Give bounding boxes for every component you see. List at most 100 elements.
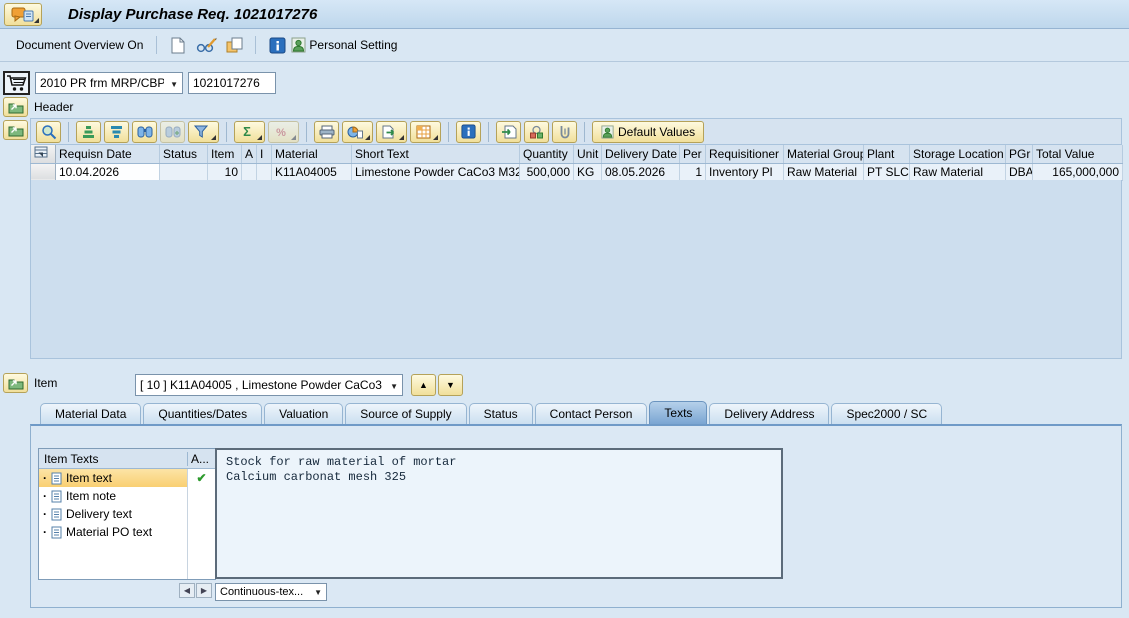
grid-cell-delivery-date[interactable]: 08.05.2026 xyxy=(601,163,680,181)
print-button[interactable] xyxy=(314,120,339,143)
grid-info-button[interactable] xyxy=(456,120,481,143)
grid-cell-i[interactable] xyxy=(256,163,272,181)
services-menu-button[interactable] xyxy=(4,2,42,26)
display-change-button[interactable] xyxy=(194,34,218,56)
next-item-button[interactable] xyxy=(438,374,463,396)
item-texts-body: Item text ✔ Item note xyxy=(39,469,215,579)
grid-column-header[interactable]: Plant xyxy=(863,145,910,164)
item-select-dropdown[interactable]: [ 10 ] K11A04005 , Limestone Powder CaCo… xyxy=(135,374,403,396)
copy-document-button[interactable] xyxy=(222,34,246,56)
tab-spec2000-sc[interactable]: Spec2000 / SC xyxy=(831,403,943,424)
item-texts-list: Item Texts A... Item text ✔ xyxy=(38,448,216,580)
hold-button[interactable] xyxy=(552,120,577,143)
document-type-dropdown[interactable]: 2010 PR frm MRP/CBP xyxy=(35,72,183,94)
sort-ascending-button[interactable] xyxy=(76,120,101,143)
list-item-material-po-text[interactable]: Material PO text xyxy=(39,523,215,541)
speech-bubbles-icon xyxy=(11,7,34,22)
grid-header-row: Requisn Date Status Item A I Material Sh… xyxy=(30,145,1123,164)
grid-column-header[interactable]: Short Text xyxy=(351,145,520,164)
list-item-item-note[interactable]: Item note xyxy=(39,487,215,505)
find-button[interactable] xyxy=(132,120,157,143)
grid-cell-per[interactable]: 1 xyxy=(679,163,706,181)
grid-column-header[interactable]: Unit xyxy=(573,145,602,164)
scroll-left-button[interactable] xyxy=(179,583,195,598)
check-button[interactable] xyxy=(524,120,549,143)
select-all-button[interactable] xyxy=(30,145,56,164)
document-number-field[interactable]: 1021017276 xyxy=(188,72,276,94)
tab-valuation[interactable]: Valuation xyxy=(264,403,344,424)
grid-column-header[interactable]: Status xyxy=(159,145,208,164)
grid-column-header[interactable]: A xyxy=(241,145,257,164)
information-button[interactable] xyxy=(265,34,289,56)
grid-cell-material-group[interactable]: Raw Material xyxy=(783,163,864,181)
views-button[interactable] xyxy=(342,120,373,143)
views-icon xyxy=(347,125,363,138)
tab-material-data[interactable]: Material Data xyxy=(40,403,142,424)
grid-column-header[interactable]: I xyxy=(256,145,272,164)
filter-icon xyxy=(194,125,208,138)
grid-column-header[interactable]: PGr xyxy=(1005,145,1033,164)
grid-cell-material[interactable]: K11A04005 xyxy=(271,163,352,181)
item-collapse-button[interactable] xyxy=(3,373,28,393)
grid-cell-unit[interactable]: KG xyxy=(573,163,602,181)
item-tabstrip: Material Data Quantities/Dates Valuation… xyxy=(30,401,1122,424)
total-button[interactable] xyxy=(234,120,265,143)
export-button[interactable] xyxy=(376,120,407,143)
item-texts-list-header: Item Texts A... xyxy=(39,449,215,469)
document-overview-button[interactable]: Document Overview On xyxy=(10,35,149,55)
previous-item-button[interactable] xyxy=(411,374,436,396)
grid-cell-pgr[interactable]: DBA xyxy=(1005,163,1033,181)
grid-column-header[interactable]: Delivery Date xyxy=(601,145,680,164)
sort-descending-button[interactable] xyxy=(104,120,129,143)
personal-setting-button[interactable]: Personal Setting xyxy=(291,37,397,53)
create-document-button[interactable] xyxy=(166,34,190,56)
a-column-divider xyxy=(187,469,188,579)
grid-cell-storage-location[interactable]: Raw Material xyxy=(909,163,1006,181)
find-next-button[interactable] xyxy=(160,120,185,143)
grid-column-header[interactable]: Requisitioner xyxy=(705,145,784,164)
list-item-item-text[interactable]: Item text ✔ xyxy=(39,469,215,487)
grid-column-header[interactable]: Total Value xyxy=(1032,145,1123,164)
tab-delivery-address[interactable]: Delivery Address xyxy=(709,403,830,424)
text-format-dropdown[interactable]: Continuous-tex... xyxy=(215,583,327,601)
tab-quantities-dates[interactable]: Quantities/Dates xyxy=(143,403,263,424)
purchase-req-button[interactable] xyxy=(3,71,30,95)
grid-cell-a[interactable] xyxy=(241,163,257,181)
grid-cell-short-text[interactable]: Limestone Powder CaCo3 M325 xyxy=(351,163,520,181)
texts-tab-panel: Item Texts A... Item text ✔ xyxy=(30,424,1122,608)
tab-status[interactable]: Status xyxy=(468,403,533,424)
set-filter-button[interactable] xyxy=(188,120,219,143)
new-page-icon xyxy=(171,37,185,53)
grid-column-header[interactable]: Storage Location xyxy=(909,145,1006,164)
grid-cell-item[interactable]: 10 xyxy=(207,163,242,181)
grid-collapse-button[interactable] xyxy=(3,120,28,140)
grid-cell-requisitioner[interactable]: Inventory Pl xyxy=(705,163,784,181)
row-select-button[interactable] xyxy=(30,163,56,181)
grid-column-header[interactable]: Item xyxy=(207,145,242,164)
scroll-right-button[interactable] xyxy=(196,583,212,598)
grid-column-header[interactable]: Material Group xyxy=(783,145,864,164)
text-document-icon xyxy=(51,472,62,484)
toolbar-separator xyxy=(68,121,69,142)
grid-column-header[interactable]: Per xyxy=(679,145,706,164)
tab-contact-person[interactable]: Contact Person xyxy=(534,403,648,424)
grid-cell-requisn-date[interactable]: 10.04.2026 xyxy=(55,163,160,181)
default-values-button[interactable]: Default Values xyxy=(592,120,705,143)
subtotal-button[interactable] xyxy=(268,120,299,143)
header-collapse-button[interactable] xyxy=(3,97,28,117)
tab-source-of-supply[interactable]: Source of Supply xyxy=(345,403,467,424)
grid-cell-status[interactable] xyxy=(159,163,208,181)
list-item-delivery-text[interactable]: Delivery text xyxy=(39,505,215,523)
grid-column-header[interactable]: Quantity xyxy=(519,145,574,164)
toolbar-separator xyxy=(488,121,489,142)
grid-cell-plant[interactable]: PT SLCI xyxy=(863,163,910,181)
adopt-items-button[interactable] xyxy=(496,120,521,143)
text-editor[interactable]: Stock for raw material of mortar Calcium… xyxy=(215,448,783,579)
grid-cell-total-value[interactable]: 165,000,000 xyxy=(1032,163,1123,181)
details-button[interactable] xyxy=(36,120,61,143)
grid-column-header[interactable]: Requisn Date xyxy=(55,145,160,164)
grid-column-header[interactable]: Material xyxy=(271,145,352,164)
choose-layout-button[interactable] xyxy=(410,120,441,143)
grid-cell-quantity[interactable]: 500,000 xyxy=(519,163,574,181)
tab-texts[interactable]: Texts xyxy=(649,401,708,424)
